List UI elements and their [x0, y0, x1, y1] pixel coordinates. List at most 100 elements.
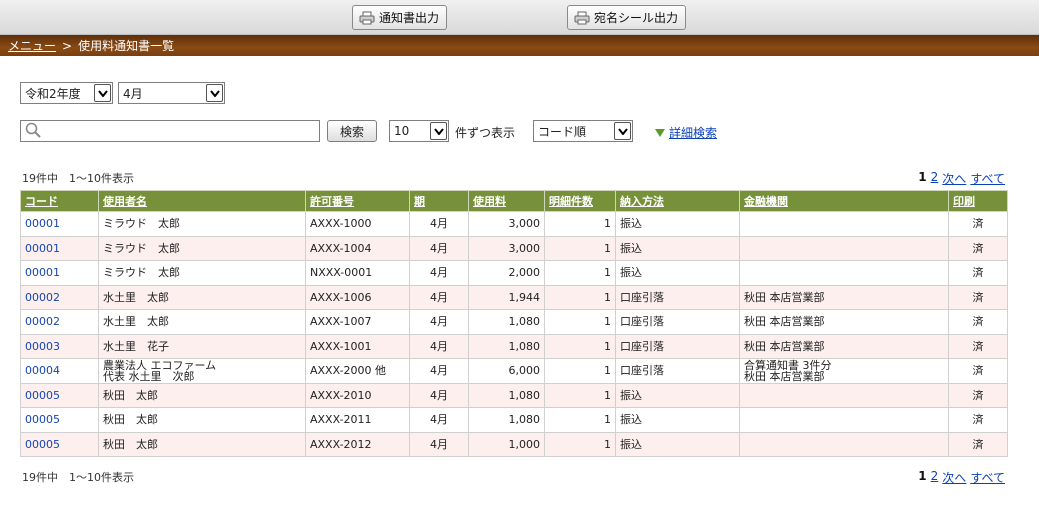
permit-number-cell: AXXX-2012 — [305, 431, 410, 457]
breadcrumb-current: 使用料通知書一覧 — [78, 39, 175, 53]
result-count-bottom: 19件中 1〜10件表示 — [22, 471, 134, 484]
search-button[interactable]: 検索 — [327, 120, 377, 142]
period-cell: 4月 — [409, 382, 469, 408]
notice-list-table: コード 使用者名 許可番号期使用料 明細件数 納入方法 金融機関 印刷 00001 ミラウド … — [20, 190, 1008, 457]
table-row[interactable]: 00005 秋田 太郎 AXXX-2012 4月 1,000 1 振込 済 — [20, 431, 1008, 457]
print-status-cell: 済 — [948, 211, 1008, 237]
user-name-cell: 秋田 太郎 — [98, 382, 306, 408]
table-row[interactable]: 00005 秋田 太郎 AXXX-2010 4月 1,080 1 振込 済 — [20, 382, 1008, 408]
column-header-bank[interactable]: 金融機関 — [739, 190, 949, 212]
period-cell: 4月 — [409, 309, 469, 335]
permit-number-cell: AXXX-1000 — [305, 211, 410, 237]
period-cell: 4月 — [409, 260, 469, 286]
bank-cell: 合算通知書 3件分 秋田 本店営業部 — [739, 358, 949, 384]
column-header-code[interactable]: コード — [20, 190, 99, 212]
breadcrumb: メニュー > 使用料通知書一覧 — [0, 35, 1039, 56]
payment-method-cell: 振込 — [615, 235, 740, 261]
user-name-cell: 秋田 太郎 — [98, 431, 306, 457]
pager-current-page: 1 — [918, 170, 927, 184]
column-header-payment-method[interactable]: 納入方法 — [615, 190, 740, 212]
bank-cell: 秋田 本店営業部 — [739, 333, 949, 359]
table-row[interactable]: 00004 農業法人 エコファーム 代表 水土里 次郎 AXXX-2000 他 4月 6… — [20, 358, 1008, 384]
table-row[interactable]: 00005 秋田 太郎 AXXX-2011 4月 1,080 1 振込 済 — [20, 407, 1008, 433]
code-cell[interactable]: 00005 — [20, 431, 99, 457]
column-header-print[interactable]: 印刷 — [948, 190, 1008, 212]
item-count-cell: 1 — [544, 431, 616, 457]
table-row[interactable]: 00002 水土里 太郎 AXXX-1006 4月 1,944 1 口座引落 秋田 本店営業部… — [20, 284, 1008, 310]
month-value: 4月 — [123, 86, 143, 101]
pager-all-link[interactable]: すべて — [970, 469, 1005, 486]
code-cell[interactable]: 00001 — [20, 260, 99, 286]
fiscal-year-select[interactable]: 令和2年度 — [20, 82, 113, 104]
column-header-period[interactable]: 期 — [409, 190, 469, 212]
permit-number-cell: AXXX-1004 — [305, 235, 410, 261]
printer-icon — [574, 11, 590, 25]
table-row[interactable]: 00001 ミラウド 太郎 AXXX-1000 4月 3,000 1 振込 済 — [20, 211, 1008, 237]
pager-next-link[interactable]: 次へ — [942, 170, 966, 187]
code-cell[interactable]: 00005 — [20, 382, 99, 408]
fee-cell: 2,000 — [468, 260, 545, 286]
user-name-cell: ミラウド 太郎 — [98, 260, 306, 286]
bank-cell — [739, 382, 949, 408]
pager-page-2[interactable]: 2 — [931, 170, 939, 187]
breadcrumb-menu-link[interactable]: メニュー — [8, 37, 56, 54]
pager-all-link[interactable]: すべて — [970, 170, 1005, 187]
fee-cell: 1,944 — [468, 284, 545, 310]
pager-page-2[interactable]: 2 — [931, 469, 939, 486]
advanced-search-link[interactable]: 詳細検索 — [669, 124, 717, 141]
bank-cell: 秋田 本店営業部 — [739, 284, 949, 310]
table-row[interactable]: 00001 ミラウド 太郎 AXXX-1004 4月 3,000 1 振込 済 — [20, 235, 1008, 261]
fee-cell: 3,000 — [468, 211, 545, 237]
payment-method-cell: 口座引落 — [615, 309, 740, 335]
chevron-down-icon — [614, 122, 631, 140]
result-count-top: 19件中 1〜10件表示 — [22, 172, 134, 185]
code-cell[interactable]: 00002 — [20, 309, 99, 335]
user-name-cell: 農業法人 エコファーム 代表 水土里 次郎 — [98, 358, 306, 384]
table-row[interactable]: 00002 水土里 太郎 AXXX-1007 4月 1,080 1 口座引落 秋田 本店営業部… — [20, 309, 1008, 335]
pager-current-page: 1 — [918, 469, 927, 483]
column-header-permit-number[interactable]: 許可番号 — [305, 190, 410, 212]
user-name-cell: 水土里 太郎 — [98, 284, 306, 310]
fee-cell: 3,000 — [468, 235, 545, 261]
user-name-cell: 水土里 花子 — [98, 333, 306, 359]
pager-next-link[interactable]: 次へ — [942, 469, 966, 486]
fee-cell: 1,080 — [468, 333, 545, 359]
sort-order-select[interactable]: コード順 — [533, 120, 633, 142]
code-cell[interactable]: 00003 — [20, 333, 99, 359]
item-count-cell: 1 — [544, 407, 616, 433]
breadcrumb-separator: > — [62, 38, 73, 53]
permit-number-cell: NXXX-0001 — [305, 260, 410, 286]
user-name-cell: 水土里 太郎 — [98, 309, 306, 335]
per-page-label: 件ずつ表示 — [455, 126, 516, 140]
fee-cell: 1,000 — [468, 431, 545, 457]
table-row[interactable]: 00003 水土里 花子 AXXX-1001 4月 1,080 1 口座引落 秋田 本店営業部… — [20, 333, 1008, 359]
advanced-search: 詳細検索 — [655, 124, 717, 141]
payment-method-cell: 振込 — [615, 382, 740, 408]
notice-output-label: 通知書出力 — [379, 11, 440, 25]
search-input[interactable] — [20, 120, 320, 142]
print-status-cell: 済 — [948, 358, 1008, 384]
item-count-cell: 1 — [544, 358, 616, 384]
month-select[interactable]: 4月 — [118, 82, 225, 104]
printer-icon — [359, 11, 375, 25]
period-cell: 4月 — [409, 333, 469, 359]
user-name-cell: ミラウド 太郎 — [98, 211, 306, 237]
column-header-user-name[interactable]: 使用者名 — [98, 190, 306, 212]
table-header-row: コード 使用者名 許可番号期使用料 明細件数 納入方法 金融機関 印刷 — [20, 190, 1008, 212]
code-cell[interactable]: 00001 — [20, 235, 99, 261]
address-seal-output-button[interactable]: 宛名シール出力 — [567, 5, 687, 30]
code-cell[interactable]: 00004 — [20, 358, 99, 384]
bank-cell — [739, 431, 949, 457]
column-header-fee[interactable]: 使用料 — [468, 190, 545, 212]
notice-output-button[interactable]: 通知書出力 — [352, 5, 448, 30]
item-count-cell: 1 — [544, 260, 616, 286]
period-cell: 4月 — [409, 358, 469, 384]
print-status-cell: 済 — [948, 309, 1008, 335]
column-header-item-count[interactable]: 明細件数 — [544, 190, 616, 212]
code-cell[interactable]: 00002 — [20, 284, 99, 310]
per-page-select[interactable]: 10 — [389, 120, 449, 142]
table-row[interactable]: 00001 ミラウド 太郎 NXXX-0001 4月 2,000 1 振込 済 — [20, 260, 1008, 286]
code-cell[interactable]: 00005 — [20, 407, 99, 433]
code-cell[interactable]: 00001 — [20, 211, 99, 237]
bank-cell: 秋田 本店営業部 — [739, 309, 949, 335]
